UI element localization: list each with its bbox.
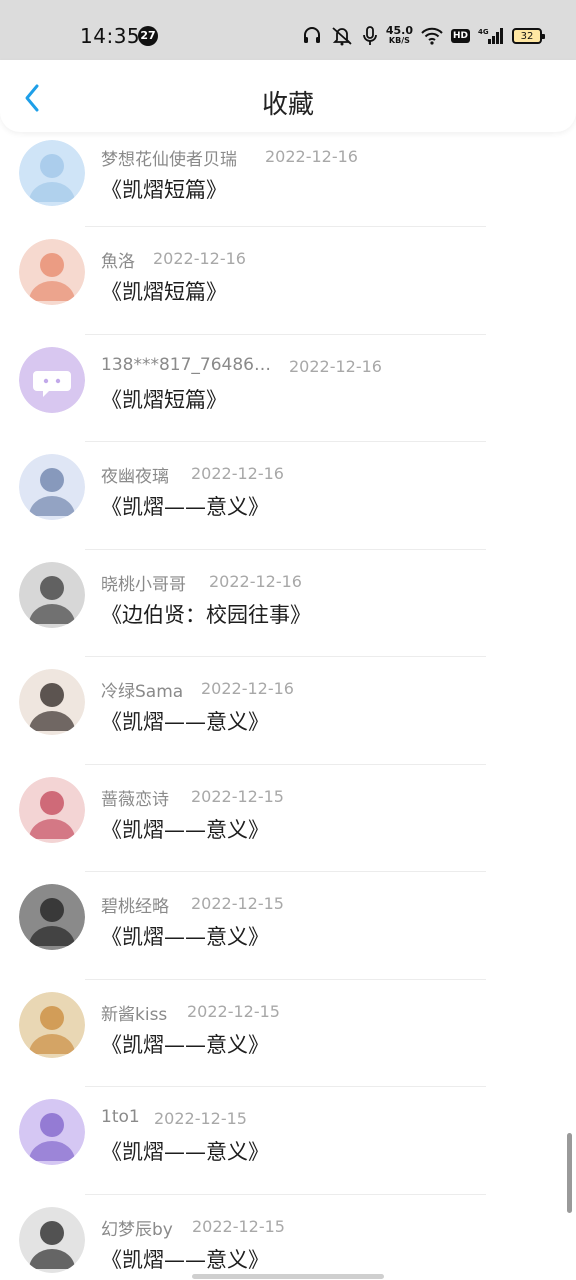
avatar[interactable] <box>19 346 85 413</box>
list-item[interactable]: 新酱kiss 2022-12-15 《凯熠——意义》 <box>0 980 576 1087</box>
user-name: 新酱kiss <box>101 1004 168 1025</box>
wifi-icon <box>421 27 443 45</box>
avatar[interactable] <box>19 884 85 950</box>
battery-level: 32 <box>520 30 534 42</box>
user-name: 1to1 <box>101 1107 140 1127</box>
article-title[interactable]: 《凯熠短篇》 <box>101 384 227 414</box>
article-title[interactable]: 《凯熠短篇》 <box>101 276 227 306</box>
status-bar: 14:35 27 45.0 KB/S HD 4G 32 <box>0 0 576 60</box>
favorite-date: 2022-12-16 <box>209 571 302 591</box>
avatar[interactable] <box>19 239 85 305</box>
list-item[interactable]: 梦想花仙使者贝瑞 2022-12-16 《凯熠短篇》 <box>0 132 576 227</box>
article-title[interactable]: 《凯熠——意义》 <box>101 921 269 951</box>
page-title: 收藏 <box>261 90 314 120</box>
scrollbar-thumb[interactable] <box>567 1133 572 1213</box>
user-name: 蔷薇恋诗 <box>101 789 169 810</box>
avatar[interactable] <box>19 561 85 628</box>
avatar[interactable] <box>19 991 85 1058</box>
header-bar: 收藏 <box>0 60 576 132</box>
article-title[interactable]: 《凯熠——意义》 <box>101 1244 269 1274</box>
status-icons: 45.0 KB/S HD 4G 32 <box>302 22 545 50</box>
user-name: 冷绿Sama <box>101 682 184 702</box>
list-item[interactable]: 夜幽夜璃 2022-12-16 《凯熠——意义》 <box>0 442 576 550</box>
battery-icon: 32 <box>512 28 545 44</box>
article-title[interactable]: 《边伯贤：校园往事》 <box>101 599 311 629</box>
user-name: 夜幽夜璃 <box>101 467 169 487</box>
user-name: 晓桃小哥哥 <box>101 574 186 595</box>
list-item[interactable]: 冷绿Sama 2022-12-16 《凯熠——意义》 <box>0 657 576 765</box>
article-title[interactable]: 《凯熠短篇》 <box>101 174 227 204</box>
article-title[interactable]: 《凯熠——意义》 <box>101 1029 269 1059</box>
favorite-date: 2022-12-16 <box>289 356 382 376</box>
user-name: 幻梦辰by <box>101 1219 173 1240</box>
favorites-list: 梦想花仙使者贝瑞 2022-12-16 《凯熠短篇》 魚洛 2022-12-16 《凯熠短… <box>0 132 576 1280</box>
microphone-icon <box>362 26 378 46</box>
article-title[interactable]: 《凯熠——意义》 <box>101 814 269 844</box>
avatar[interactable] <box>19 454 85 520</box>
list-item[interactable]: 幻梦辰by 2022-12-15 《凯熠——意义》 <box>0 1195 576 1280</box>
favorite-date: 2022-12-15 <box>154 1109 247 1128</box>
avatar[interactable] <box>19 1099 85 1165</box>
speed-value: 45.0 <box>385 24 413 37</box>
avatar[interactable] <box>19 669 85 735</box>
network-speed: 45.0 KB/S <box>385 24 413 46</box>
avatar[interactable] <box>19 1206 85 1273</box>
list-item[interactable]: 魚洛 2022-12-16 《凯熠短篇》 <box>0 227 576 335</box>
list-item[interactable]: 蔷薇恋诗 2022-12-15 《凯熠——意义》 <box>0 765 576 872</box>
silent-icon <box>330 26 354 46</box>
favorite-date: 2022-12-16 <box>201 679 294 698</box>
favorite-date: 2022-12-16 <box>153 249 246 268</box>
user-name: 碧桃经略 <box>101 897 169 917</box>
article-title[interactable]: 《凯熠——意义》 <box>101 706 269 736</box>
user-name: 梦想花仙使者贝瑞 <box>101 150 237 170</box>
home-indicator <box>192 1274 384 1279</box>
avatar[interactable] <box>19 776 85 843</box>
favorite-date: 2022-12-16 <box>191 464 284 483</box>
favorite-date: 2022-12-15 <box>191 894 284 913</box>
user-name: 138***817_76486… <box>101 354 271 375</box>
user-name: 魚洛 <box>101 252 135 272</box>
signal-icon: 4G <box>478 27 504 45</box>
notification-badge: 27 <box>138 26 158 46</box>
list-item[interactable]: 晓桃小哥哥 2022-12-16 《边伯贤：校园往事》 <box>0 550 576 657</box>
network-type: 4G <box>478 28 489 36</box>
favorite-date: 2022-12-15 <box>187 1001 280 1021</box>
favorite-date: 2022-12-15 <box>191 786 284 806</box>
favorite-date: 2022-12-15 <box>192 1216 285 1236</box>
hd-icon: HD <box>450 29 470 43</box>
headphones-icon <box>302 26 322 46</box>
favorite-date: 2022-12-16 <box>265 147 358 166</box>
list-item[interactable]: 138***817_76486… 2022-12-16 《凯熠短篇》 <box>0 335 576 442</box>
status-time: 14:35 <box>80 24 141 48</box>
article-title[interactable]: 《凯熠——意义》 <box>101 491 269 521</box>
speed-unit: KB/S <box>388 36 410 45</box>
article-title[interactable]: 《凯熠——意义》 <box>101 1136 269 1166</box>
list-item[interactable]: 碧桃经略 2022-12-15 《凯熠——意义》 <box>0 872 576 980</box>
list-item[interactable]: 1to1 2022-12-15 《凯熠——意义》 <box>0 1087 576 1195</box>
avatar[interactable] <box>19 140 85 206</box>
